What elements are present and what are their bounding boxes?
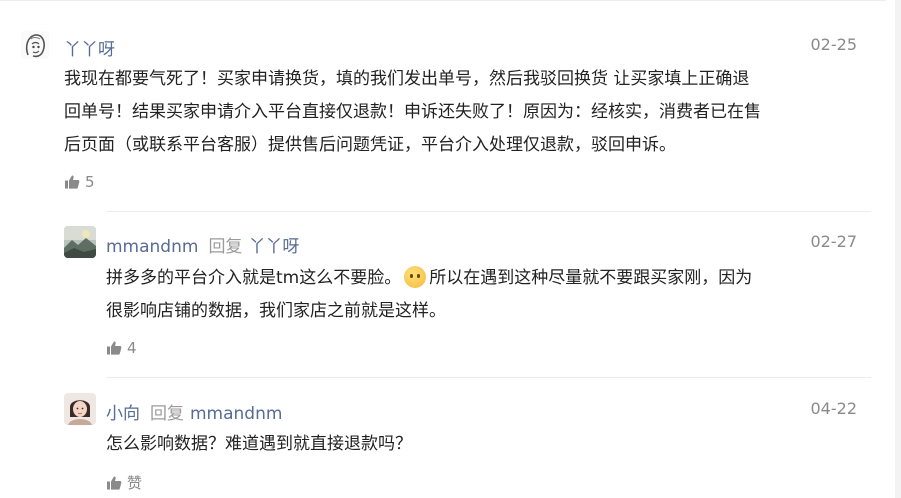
comment-date: 02-27 (810, 232, 858, 251)
like-button[interactable]: 4 (106, 338, 137, 358)
thumbs-up-icon (107, 341, 122, 355)
like-label: 赞 (127, 474, 143, 492)
comment-date: 04-22 (810, 399, 858, 418)
portrait-photo-icon (64, 393, 96, 425)
avatar[interactable] (64, 226, 96, 258)
avatar[interactable] (64, 393, 96, 425)
like-count: 5 (85, 173, 95, 191)
comment-text: 怎么影响数据？难道遇到就直接退款吗？ (106, 434, 412, 454)
reply-to-name[interactable]: mmandnm (190, 404, 282, 424)
comment-text: 拼多多的平台介入就是tm这么不要脸。 所以在遇到这种尽量就不要跟买家刚，因为 很影… (106, 266, 753, 321)
author-name[interactable]: 小向 (106, 404, 140, 424)
comment-divider (106, 211, 871, 212)
avatar[interactable] (21, 31, 49, 59)
like-count: 4 (127, 339, 137, 357)
comment-header: 小向 回复 mmandnm (106, 399, 282, 424)
author-name[interactable]: mmandnm (106, 237, 198, 257)
comment-header: mmandnm 回复 丫丫呀 (106, 232, 299, 257)
sketch-face-icon (21, 31, 49, 59)
like-button[interactable]: 5 (64, 172, 95, 192)
scrollbar[interactable] (895, 0, 901, 498)
landscape-photo-icon (64, 226, 96, 258)
comment-header: 丫丫呀 (64, 35, 115, 60)
thumbs-up-icon (107, 476, 122, 490)
comment-text: 我现在都要气死了！买家申请换货，填的我们发出单号，然后我驳回换货 让买家填上正确… (64, 69, 761, 155)
comment-date: 02-25 (810, 35, 858, 54)
reply-label: 回复 (208, 237, 243, 257)
reply-to-name[interactable]: 丫丫呀 (248, 237, 299, 257)
top-divider (0, 0, 886, 1)
thumbs-up-icon (65, 175, 80, 189)
smile-emoji-icon (404, 266, 427, 288)
like-button[interactable]: 赞 (106, 473, 142, 493)
comment-divider (106, 377, 871, 378)
author-name[interactable]: 丫丫呀 (64, 40, 115, 60)
reply-label: 回复 (150, 404, 184, 424)
